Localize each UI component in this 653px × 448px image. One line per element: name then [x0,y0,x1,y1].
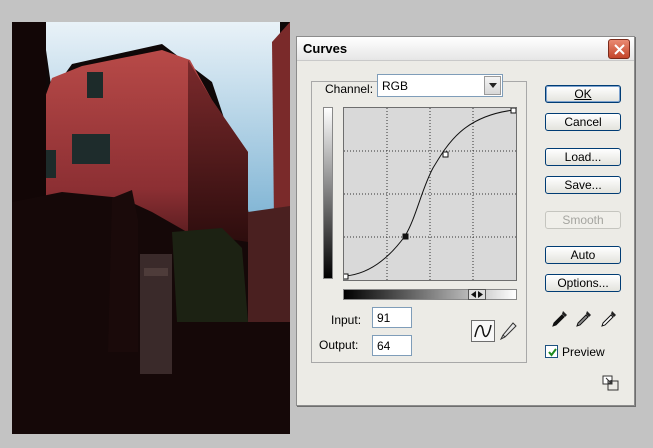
channel-label: Channel: [325,82,374,96]
input-field[interactable]: 91 [372,307,412,328]
options-button-label: Options... [557,276,609,290]
dropdown-arrow-icon [489,83,497,88]
curve-point-black[interactable] [342,273,349,280]
black-eyedropper-button[interactable] [550,309,570,329]
cancel-button-label: Cancel [564,115,602,129]
curve-point-selected[interactable] [402,233,409,240]
input-gradient-bar [343,289,517,300]
white-eyedropper-icon [601,311,616,327]
channel-dropdown-button[interactable] [484,76,501,95]
load-button-label: Load... [564,150,602,164]
output-label: Output: [319,338,359,352]
white-eyedropper-button[interactable] [599,309,619,329]
auto-button[interactable]: Auto [545,246,621,264]
channel-value: RGB [382,79,409,93]
output-field[interactable]: 64 [372,335,412,356]
curve-point-white[interactable] [510,107,517,114]
save-button-label: Save... [564,178,602,192]
background-photo [12,22,290,434]
save-button[interactable]: Save... [545,176,621,194]
black-eyedropper-icon [552,311,567,327]
title-bar[interactable]: Curves [297,37,634,61]
smooth-button-label: Smooth [562,213,604,227]
cancel-button[interactable]: Cancel [545,113,621,131]
channel-select[interactable]: RGB [377,74,503,97]
gray-eyedropper-icon [576,311,591,327]
curve-point-mid[interactable] [442,151,449,158]
curve-graph[interactable] [342,107,517,281]
preview-checkbox[interactable] [545,345,558,358]
ok-button-label: OK [574,87,592,101]
curves-dialog: Curves Channel: RGB Input: 91 Output: 64… [296,36,635,406]
close-button[interactable] [608,39,630,59]
gray-eyedropper-button[interactable] [574,309,594,329]
expand-dialog-icon [602,375,619,391]
auto-button-label: Auto [570,248,596,262]
expand-dialog-button[interactable] [602,375,620,391]
close-icon [614,44,625,55]
pencil-tool-button[interactable] [499,321,517,341]
smooth-button[interactable]: Smooth [545,211,621,229]
output-gradient-bar [323,107,333,279]
preview-label: Preview [562,345,605,359]
options-button[interactable]: Options... [545,274,621,292]
curve-tool-button[interactable] [471,320,495,342]
dialog-title: Curves [303,41,348,56]
grid-lines [344,108,516,280]
checkmark-icon [548,348,557,357]
gradient-toggle-button[interactable] [468,289,486,300]
pencil-tool-icon [499,322,517,341]
ok-button[interactable]: OK [545,85,621,103]
load-button[interactable]: Load... [545,148,621,166]
gradient-toggle-icon [471,291,483,298]
input-label: Input: [331,313,362,327]
curve-tool-icon [474,324,492,338]
